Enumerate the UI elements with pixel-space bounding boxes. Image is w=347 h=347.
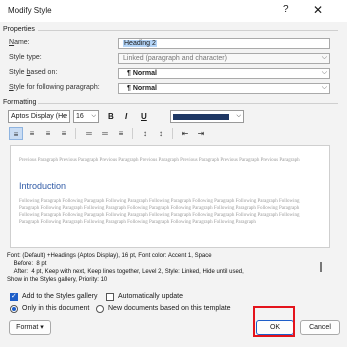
divider [172, 128, 173, 139]
align-right-button[interactable]: ≡ [41, 127, 55, 140]
dialog-title: Modify Style [8, 6, 52, 15]
based-on-label: Style based on: [9, 69, 58, 76]
align-center-button[interactable]: ≡ [25, 127, 39, 140]
space-before-icon[interactable]: ↕ [138, 127, 152, 140]
style-preview: Previous Paragraph Previous Paragraph Pr… [10, 145, 330, 248]
help-icon[interactable]: ? [283, 4, 289, 15]
chevron-down-icon: ⌵ [321, 54, 327, 61]
divider [38, 103, 338, 104]
style-type-label: Style type: [9, 54, 42, 61]
cancel-button[interactable]: Cancel [300, 320, 340, 335]
space-after-icon[interactable]: ↕ [154, 127, 168, 140]
bold-button[interactable]: B [108, 112, 114, 121]
auto-update-label: Automatically update [118, 293, 183, 300]
justify-button[interactable]: ≡ [57, 127, 71, 140]
increase-indent-icon[interactable]: ⇥ [194, 127, 208, 140]
only-doc-label: Only in this document [22, 305, 90, 312]
description-scrollbar[interactable] [320, 262, 322, 272]
double-spacing-button[interactable]: ≡ [114, 127, 128, 140]
chevron-down-icon: ⌵ [321, 84, 327, 91]
style-type-select[interactable]: Linked (paragraph and character) ⌵ [118, 53, 330, 64]
font-color-select[interactable]: ⌵ [170, 110, 244, 123]
divider [132, 128, 133, 139]
underline-button[interactable]: U [141, 112, 147, 121]
preview-previous-text: Previous Paragraph Previous Paragraph Pr… [19, 158, 300, 163]
name-field[interactable]: Heading 2 [118, 38, 330, 49]
name-label: Name: [9, 39, 30, 46]
font-select[interactable]: Aptos Display (He ⌵ [8, 110, 70, 123]
only-doc-radio[interactable] [10, 305, 18, 313]
new-docs-radio[interactable] [96, 305, 104, 313]
new-docs-label: New documents based on this template [108, 305, 231, 312]
style-description: Font: (Default) +Headings (Aptos Display… [7, 253, 244, 283]
close-icon[interactable]: ✕ [313, 3, 323, 17]
title-bar: Modify Style ? ✕ [0, 0, 347, 22]
format-button[interactable]: Format ▾ [9, 320, 51, 335]
preview-following-text: Following Paragraph Following Paragraph … [19, 199, 300, 225]
chevron-down-icon: ⌵ [236, 113, 241, 119]
following-select[interactable]: ¶ Normal ⌵ [118, 83, 330, 94]
add-gallery-label: Add to the Styles gallery [22, 293, 98, 300]
one-half-spacing-button[interactable]: ═ [98, 127, 112, 140]
chevron-down-icon: ⌵ [91, 113, 96, 119]
chevron-down-icon: ⌵ [62, 113, 67, 119]
formatting-heading: Formatting [3, 99, 37, 106]
italic-button[interactable]: I [125, 112, 127, 121]
single-spacing-button[interactable]: ═ [82, 127, 96, 140]
divider [75, 128, 76, 139]
modify-style-dialog: Modify Style ? ✕ Properties Name: Headin… [0, 0, 347, 347]
preview-heading: Introduction [19, 181, 67, 191]
add-gallery-checkbox[interactable] [10, 292, 18, 301]
divider [38, 30, 338, 31]
ok-highlight-box [253, 306, 295, 337]
chevron-down-icon: ⌵ [321, 69, 327, 76]
following-label: Style for following paragraph: [9, 84, 100, 91]
auto-update-checkbox[interactable] [106, 293, 114, 301]
properties-heading: Properties [3, 26, 35, 33]
color-swatch [173, 114, 229, 120]
decrease-indent-icon[interactable]: ⇤ [178, 127, 192, 140]
based-on-select[interactable]: ¶ Normal ⌵ [118, 68, 330, 79]
font-size-select[interactable]: 16 ⌵ [73, 110, 99, 123]
align-left-button[interactable]: ≡ [9, 127, 23, 140]
